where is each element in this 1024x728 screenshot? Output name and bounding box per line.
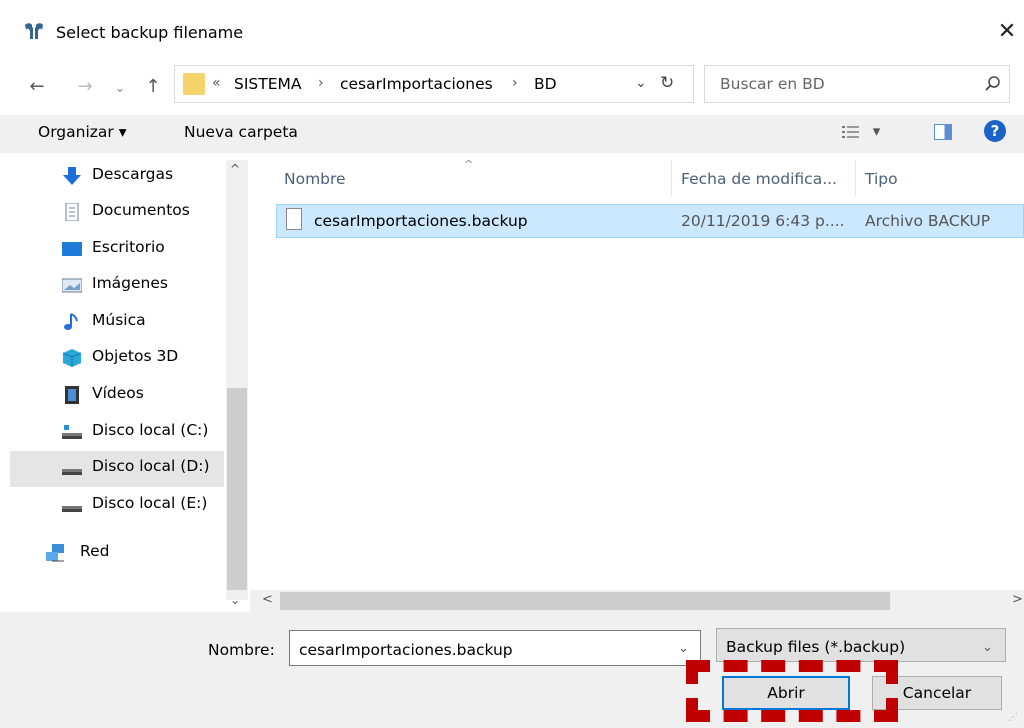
sidebar-item-musica[interactable]: Música	[10, 305, 224, 341]
cube-icon	[62, 349, 82, 367]
column-divider[interactable]	[671, 160, 672, 196]
document-icon	[65, 203, 79, 221]
drive-icon	[62, 469, 82, 475]
column-divider[interactable]	[855, 160, 856, 196]
image-icon	[62, 278, 82, 293]
drive-icon	[62, 506, 82, 512]
sidebar-item-label: Imágenes	[92, 274, 168, 292]
scroll-right-button[interactable]: >	[1012, 592, 1023, 607]
breadcrumb-separator: ›	[512, 75, 518, 91]
sidebar-item-disco-e[interactable]: Disco local (E:)	[10, 488, 224, 524]
window-title: Select backup filename	[56, 23, 244, 42]
sidebar-item-disco-c[interactable]: Disco local (C:)	[10, 415, 224, 451]
sidebar-item-descargas[interactable]: Descargas	[10, 159, 224, 195]
sidebar-item-label: Música	[92, 311, 146, 329]
sidebar-item-label: Disco local (D:)	[92, 457, 210, 475]
sidebar-item-label: Documentos	[92, 201, 190, 219]
preview-pane-icon[interactable]	[934, 124, 952, 140]
organize-button[interactable]: Organizar ▾	[38, 123, 126, 141]
breadcrumb-overflow[interactable]: «	[212, 75, 221, 91]
filename-dropdown-button[interactable]: ⌄	[678, 641, 689, 656]
column-header-date[interactable]: Fecha de modifica...	[681, 170, 837, 188]
file-type: Archivo BACKUP	[865, 212, 991, 230]
filename-label: Nombre:	[208, 641, 275, 659]
filename-value: cesarImportaciones.backup	[299, 641, 513, 659]
help-icon[interactable]: ?	[984, 120, 1006, 142]
refresh-button[interactable]: ↻	[660, 73, 674, 93]
music-icon	[64, 313, 78, 330]
sidebar-item-label: Disco local (E:)	[92, 494, 208, 512]
column-header-type[interactable]: Tipo	[865, 170, 898, 188]
video-icon	[65, 386, 79, 404]
horizontal-scrollbar-thumb[interactable]	[280, 592, 890, 610]
sidebar-item-label: Objetos 3D	[92, 347, 179, 365]
sidebar-item-videos[interactable]: Vídeos	[10, 378, 224, 414]
new-folder-button[interactable]: Nueva carpeta	[184, 123, 298, 141]
file-date: 20/11/2019 6:43 p....	[681, 212, 845, 230]
sidebar-item-label: Red	[80, 542, 110, 560]
drive-c-icon	[62, 425, 82, 439]
view-options-button[interactable]: ▾	[842, 122, 880, 140]
sidebar-item-disco-d[interactable]: Disco local (D:)	[10, 451, 224, 487]
file-icon	[286, 208, 302, 230]
sidebar-item-label: Disco local (C:)	[92, 421, 209, 439]
sort-indicator-icon: ^	[464, 158, 474, 171]
breadcrumb-bd[interactable]: BD	[534, 75, 557, 93]
breadcrumb-cesarimportaciones[interactable]: cesarImportaciones	[340, 75, 493, 93]
folder-icon	[183, 73, 205, 95]
sidebar-item-objetos-3d[interactable]: Objetos 3D	[10, 341, 224, 377]
app-logo-icon	[25, 23, 43, 39]
sidebar-item-imagenes[interactable]: Imágenes	[10, 268, 224, 304]
view-dropdown-arrow: ▾	[872, 122, 881, 140]
search-icon[interactable]	[984, 75, 1002, 93]
close-button[interactable]: ✕	[990, 14, 1024, 50]
sidebar-scrollbar-thumb[interactable]	[227, 388, 247, 590]
back-button[interactable]: ←	[22, 72, 52, 102]
download-icon	[63, 167, 81, 185]
breadcrumb-sistema[interactable]: SISTEMA	[234, 75, 302, 93]
sidebar-item-label: Vídeos	[92, 384, 144, 402]
sidebar-item-label: Escritorio	[92, 238, 165, 256]
sidebar-scroll-down-button[interactable]: ⌄	[230, 593, 240, 607]
sidebar-item-red[interactable]: Red	[0, 536, 224, 572]
file-type-filter-value: Backup files (*.backup)	[726, 638, 906, 656]
column-header-name[interactable]: Nombre	[284, 170, 346, 188]
sidebar-item-documentos[interactable]: Documentos	[10, 195, 224, 231]
file-name: cesarImportaciones.backup	[314, 212, 528, 230]
network-icon	[46, 544, 64, 562]
red-dashed-highlight	[686, 660, 898, 722]
recent-locations-button[interactable]: ⌄	[110, 74, 130, 104]
filter-dropdown-icon[interactable]: ⌄	[982, 640, 993, 655]
forward-button[interactable]: →	[70, 72, 100, 102]
sidebar-item-label: Descargas	[92, 165, 174, 183]
scroll-left-button[interactable]: <	[262, 592, 273, 607]
resize-grip-icon[interactable]: ⋰	[1008, 712, 1018, 723]
search-placeholder: Buscar en BD	[720, 75, 825, 93]
breadcrumb-separator: ›	[318, 75, 324, 91]
up-folder-button[interactable]: ↑	[138, 72, 168, 102]
sidebar-item-escritorio[interactable]: Escritorio	[10, 232, 224, 268]
desktop-icon	[62, 242, 82, 256]
details-view-icon	[842, 125, 859, 138]
address-dropdown-button[interactable]: ⌄	[635, 75, 647, 91]
sidebar-scroll-up-button[interactable]: ^	[230, 162, 240, 176]
